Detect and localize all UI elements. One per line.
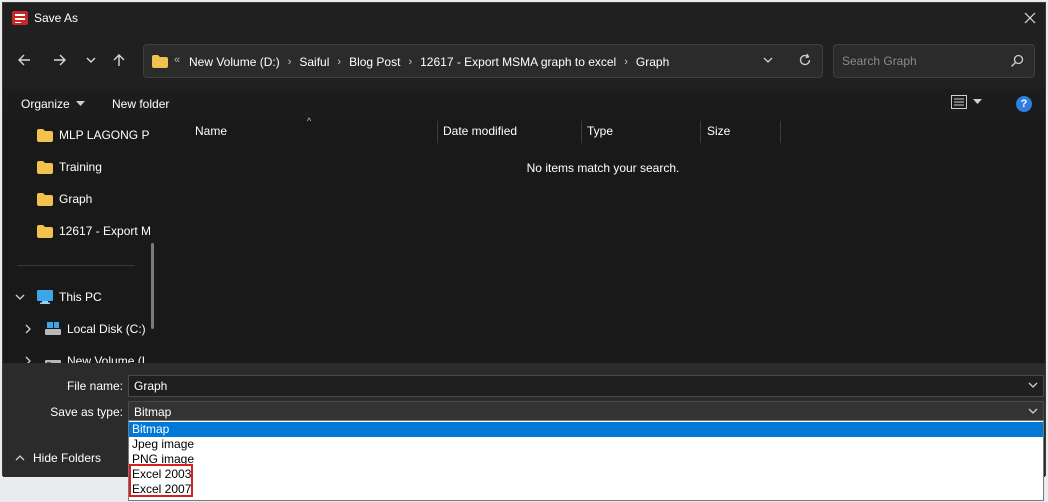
- folder-icon: [37, 224, 53, 238]
- window-title: Save As: [34, 11, 79, 25]
- chevron-down-icon[interactable]: [15, 292, 25, 302]
- column-divider[interactable]: [700, 121, 701, 143]
- save-type-value: Bitmap: [134, 405, 172, 419]
- dropdown-option-jpeg[interactable]: Jpeg image: [129, 437, 1043, 452]
- folder-icon: [37, 128, 53, 142]
- breadcrumb-item[interactable]: Blog Post: [349, 55, 400, 69]
- chevron-right-icon[interactable]: ›: [288, 56, 292, 68]
- chevron-down-icon[interactable]: [1027, 405, 1039, 417]
- organize-button[interactable]: Organize: [21, 97, 85, 111]
- arrow-right-icon: [54, 54, 66, 66]
- navigation-bar: « New Volume (D:) › Saiful › Blog Post ›…: [3, 41, 1045, 81]
- close-button[interactable]: [1019, 7, 1041, 29]
- annotation-highlight-box: [129, 464, 193, 497]
- sidebar-item-local-disk-c[interactable]: Local Disk (C:): [3, 315, 153, 343]
- breadcrumb-item[interactable]: Saiful: [299, 55, 329, 69]
- folder-icon: [37, 192, 53, 206]
- drive-icon: [45, 322, 61, 335]
- dropdown-option-bitmap[interactable]: Bitmap: [129, 422, 1043, 437]
- save-type-label: Save as type:: [50, 405, 123, 419]
- sidebar-item-mlp-lagong[interactable]: MLP LAGONG P: [3, 121, 153, 149]
- sidebar-item-label: 12617 - Export M: [59, 224, 152, 238]
- search-box: [833, 44, 1035, 78]
- column-divider[interactable]: [437, 121, 438, 143]
- view-options-button[interactable]: [951, 95, 982, 109]
- title-bar: Save As: [3, 3, 1045, 33]
- sidebar-item-label: Local Disk (C:): [67, 322, 146, 336]
- sidebar-item-this-pc[interactable]: This PC: [3, 283, 153, 311]
- breadcrumb-item[interactable]: Graph: [636, 55, 669, 69]
- column-header-size[interactable]: Size: [707, 119, 730, 143]
- sidebar-item-new-volume[interactable]: New Volume (I: [3, 347, 153, 363]
- folder-icon: [152, 55, 168, 68]
- address-dropdown-icon[interactable]: [762, 54, 774, 66]
- file-name-field[interactable]: Graph: [128, 375, 1044, 397]
- save-type-dropdown-list: Bitmap Jpeg image PNG image Excel 2003 E…: [128, 420, 1044, 501]
- arrow-left-icon: [18, 54, 30, 66]
- sidebar-item-label: This PC: [59, 290, 102, 304]
- save-as-dialog: Save As « New Volume (D:) › Saiful › Blo…: [2, 2, 1046, 501]
- hide-folders-button[interactable]: Hide Folders: [15, 451, 101, 465]
- breadcrumb-item[interactable]: 12617 - Export MSMA graph to excel: [420, 55, 616, 69]
- chevron-right-icon[interactable]: ›: [337, 56, 341, 68]
- file-name-value: Graph: [134, 379, 168, 393]
- chevron-right-icon[interactable]: [23, 324, 33, 334]
- divider: [17, 265, 135, 266]
- drive-icon: [45, 360, 61, 363]
- column-header-date-modified[interactable]: Date modified: [443, 119, 517, 143]
- sidebar-item-12617-export[interactable]: 12617 - Export M: [3, 217, 153, 245]
- sidebar-item-label: New Volume (I: [67, 354, 146, 363]
- empty-state-message: No items match your search.: [526, 161, 680, 175]
- chevron-right-icon[interactable]: ›: [408, 56, 412, 68]
- command-bar: Organize New folder ?: [3, 89, 1045, 119]
- sidebar-item-graph[interactable]: Graph: [3, 185, 153, 213]
- folder-icon: [37, 160, 53, 174]
- forward-button[interactable]: [49, 49, 71, 71]
- column-divider[interactable]: [581, 121, 582, 143]
- overflow-chevron-icon[interactable]: «: [174, 54, 180, 66]
- dropdown-option-png[interactable]: PNG image: [129, 452, 1043, 467]
- column-header-type[interactable]: Type: [587, 119, 613, 143]
- caret-down-icon: [75, 101, 85, 106]
- column-header-name[interactable]: Name: [195, 119, 227, 143]
- new-folder-button[interactable]: New folder: [112, 97, 169, 111]
- sidebar-item-training[interactable]: Training: [3, 153, 153, 181]
- sidebar-item-label: Training: [59, 160, 102, 174]
- organize-label: Organize: [21, 97, 70, 111]
- breadcrumb-item[interactable]: New Volume (D:): [189, 55, 280, 69]
- close-icon: [1024, 12, 1036, 24]
- recent-locations-button[interactable]: [80, 49, 102, 71]
- caret-down-icon: [973, 99, 982, 104]
- navigation-pane: MLP LAGONG P Training Graph 12617 - Expo…: [3, 119, 161, 363]
- chevron-down-icon[interactable]: [1027, 379, 1039, 391]
- save-options-panel: File name: Graph Save as type: Bitmap Hi…: [3, 363, 1045, 501]
- hide-folders-label: Hide Folders: [33, 451, 102, 465]
- back-button[interactable]: [13, 49, 35, 71]
- dropdown-option-excel-2007[interactable]: Excel 2007: [129, 482, 1043, 497]
- address-bar[interactable]: « New Volume (D:) › Saiful › Blog Post ›…: [143, 44, 823, 78]
- sort-ascending-icon: ^: [307, 116, 312, 126]
- sidebar-scrollbar[interactable]: [151, 243, 154, 329]
- list-view-icon: [951, 95, 967, 109]
- chevron-right-icon[interactable]: [23, 356, 33, 363]
- search-icon[interactable]: [1010, 54, 1024, 68]
- app-logo-icon: [12, 11, 28, 25]
- up-button[interactable]: [108, 49, 130, 71]
- arrow-up-icon: [113, 54, 125, 66]
- chevron-down-icon: [86, 57, 96, 63]
- monitor-icon: [37, 290, 53, 304]
- file-name-label: File name:: [66, 379, 123, 393]
- file-list: ^ Name Date modified Type Size No items …: [161, 116, 1045, 363]
- sidebar-item-label: MLP LAGONG P: [59, 128, 150, 142]
- column-divider[interactable]: [780, 121, 781, 143]
- search-input[interactable]: [842, 54, 1002, 68]
- sidebar-item-label: Graph: [59, 192, 93, 206]
- chevron-up-icon: [15, 455, 25, 461]
- breadcrumb: New Volume (D:) › Saiful › Blog Post › 1…: [189, 55, 669, 69]
- dropdown-option-excel-2003[interactable]: Excel 2003: [129, 467, 1043, 482]
- help-icon[interactable]: ?: [1016, 96, 1032, 112]
- refresh-icon[interactable]: [798, 53, 812, 67]
- chevron-right-icon[interactable]: ›: [624, 56, 628, 68]
